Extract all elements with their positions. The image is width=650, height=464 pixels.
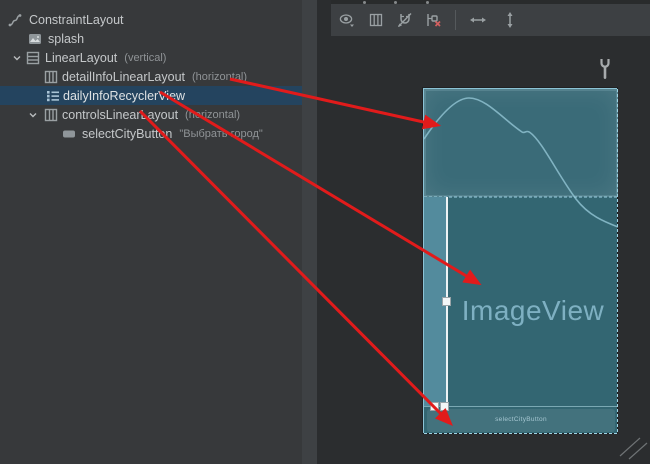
selection-handle-bottom-left[interactable] (430, 402, 439, 411)
clear-constraints-icon (425, 11, 443, 29)
tree-item-label: selectCityButton (82, 127, 172, 141)
linear-layout-vertical-icon (26, 51, 40, 65)
tree-item-label: splash (48, 32, 84, 46)
magnet-off-icon (396, 11, 414, 29)
expand-horizontal-button[interactable] (465, 8, 491, 32)
tree-item-splash[interactable]: splash (0, 29, 302, 48)
expand-vertical-button[interactable] (497, 8, 523, 32)
columns-icon (368, 12, 384, 28)
layout-editor-window: ConstraintLayout splash LinearLayout (ve… (0, 0, 650, 464)
selection-handle-bottom-right[interactable] (440, 402, 449, 411)
select-city-button-preview-label: selectCityButton (424, 416, 618, 423)
tree-item-annotation: (horizontal) (192, 71, 247, 83)
tree-item-label: ConstraintLayout (29, 13, 124, 27)
toolbar-separator (455, 10, 456, 30)
tree-item-label: controlsLinearLayout (62, 108, 178, 122)
column-mode-button[interactable] (363, 8, 389, 32)
tree-item-label: dailyInfoRecyclerView (63, 89, 185, 103)
tree-item-controls-linear-layout[interactable]: controlsLinearLayout (horizontal) (0, 105, 302, 124)
linear-layout-horizontal-icon (44, 108, 58, 122)
tree-item-constraint-layout[interactable]: ConstraintLayout (0, 10, 302, 29)
tree-item-detail-info-linear-layout[interactable]: detailInfoLinearLayout (horizontal) (0, 67, 302, 86)
tree-item-annotation: "Выбрать город" (179, 128, 262, 140)
imageview-placeholder-label: ImageView (448, 295, 618, 327)
device-preview[interactable]: ImageView selectCityButton (423, 88, 617, 433)
controls-bar[interactable]: selectCityButton (424, 406, 618, 434)
wrench-icon[interactable] (597, 58, 613, 80)
component-tree-panel: ConstraintLayout splash LinearLayout (ve… (0, 0, 302, 464)
panel-splitter[interactable] (302, 0, 317, 464)
tree-item-linear-layout[interactable]: LinearLayout (vertical) (0, 48, 302, 67)
clear-constraints-button[interactable] (421, 8, 447, 32)
vertical-arrows-icon (501, 11, 519, 29)
linear-layout-horizontal-icon (44, 70, 58, 84)
recycler-view-icon (46, 89, 60, 103)
detail-info-area[interactable] (424, 89, 618, 197)
selection-handle-mid[interactable] (442, 297, 451, 306)
constraint-layout-icon (8, 13, 22, 27)
horizontal-arrows-icon (469, 11, 487, 29)
collapse-chevron-icon[interactable] (28, 110, 38, 120)
dropdown-caret-icon (350, 25, 354, 28)
eye-icon (338, 11, 356, 29)
tree-item-annotation: (horizontal) (185, 109, 240, 121)
button-icon (62, 127, 76, 141)
tree-item-annotation: (vertical) (124, 52, 166, 64)
tree-item-daily-info-recycler-view[interactable]: dailyInfoRecyclerView (0, 86, 302, 105)
collapse-chevron-icon[interactable] (12, 53, 22, 63)
red-x-icon (436, 22, 441, 27)
design-toolbar (331, 4, 650, 36)
tree-item-select-city-button[interactable]: selectCityButton "Выбрать город" (0, 124, 302, 143)
tree-item-label: detailInfoLinearLayout (62, 70, 185, 84)
view-options-button[interactable] (334, 8, 360, 32)
image-icon (28, 32, 42, 46)
tree-item-label: LinearLayout (45, 51, 117, 65)
autoconnect-off-button[interactable] (392, 8, 418, 32)
